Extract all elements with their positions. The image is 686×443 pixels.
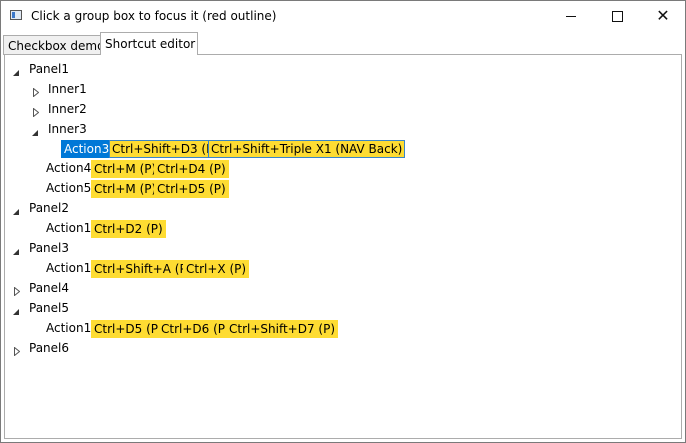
shortcut-chip[interactable]: Ctrl+M (P) <box>91 180 160 198</box>
action-label: Action5 <box>46 181 92 195</box>
shortcut-chip[interactable]: Ctrl+M (P) <box>91 160 160 178</box>
tree-node-label: Panel5 <box>29 301 70 315</box>
shortcut-editor-panel: Panel1 Inner1 Inner2 Inner3 Action3 Ctrl… <box>4 54 682 439</box>
tab-label: Checkbox demo <box>8 38 105 53</box>
tab-shortcut-editor[interactable]: Shortcut editor <box>100 32 198 55</box>
tree-node-label: Panel4 <box>29 281 70 295</box>
action-label: Action4 <box>46 161 92 175</box>
action-label: Action1 <box>46 321 92 335</box>
minimize-button[interactable] <box>548 1 594 31</box>
tree-node-label: Panel3 <box>29 241 70 255</box>
shortcut-chip[interactable]: Ctrl+D5 (P) <box>91 320 166 338</box>
shortcut-chip[interactable]: Ctrl+D4 (P) <box>154 160 229 178</box>
tree-node-label: Inner2 <box>48 102 87 116</box>
tree-node-label: Panel6 <box>29 341 70 355</box>
tree-node-label: Inner3 <box>48 122 87 136</box>
window-title: Click a group box to focus it (red outli… <box>31 9 277 23</box>
tab-checkbox-demo[interactable]: Checkbox demo <box>3 35 105 55</box>
shortcut-tree[interactable]: Panel1 Inner1 Inner2 Inner3 Action3 Ctrl… <box>5 55 681 438</box>
shortcut-chip[interactable]: Ctrl+Shift+A (P) <box>91 260 195 278</box>
shortcut-chip[interactable]: Ctrl+X (P) <box>183 260 250 278</box>
shortcut-chip[interactable]: Ctrl+Shift+D3 (P) <box>109 140 222 158</box>
close-icon: ✕ <box>656 6 670 25</box>
tree-node-label: Panel1 <box>29 62 70 76</box>
shortcut-chip[interactable]: Ctrl+D2 (P) <box>91 220 166 238</box>
shortcut-chip[interactable]: Ctrl+D5 (P) <box>154 180 229 198</box>
title-bar[interactable]: Click a group box to focus it (red outli… <box>1 1 685 32</box>
tree-node-label: Panel2 <box>29 201 70 215</box>
shortcut-chip[interactable]: Ctrl+D6 (P) <box>158 320 233 338</box>
close-button[interactable]: ✕ <box>640 1 686 31</box>
action-label[interactable]: Action3 <box>61 140 113 158</box>
shortcut-chip[interactable]: Ctrl+Shift+Triple X1 (NAV Back) <box>208 140 406 158</box>
minimize-icon <box>566 15 576 17</box>
app-window: Click a group box to focus it (red outli… <box>0 0 686 443</box>
tree-node-label: Inner1 <box>48 82 87 96</box>
action-label: Action1 <box>46 221 92 235</box>
action-label: Action1 <box>46 261 92 275</box>
tab-label: Shortcut editor <box>105 37 196 51</box>
maximize-icon <box>611 10 623 22</box>
app-window-icon <box>10 10 22 20</box>
tab-strip: Checkbox demo Shortcut editor <box>3 32 685 55</box>
maximize-button[interactable] <box>594 1 640 31</box>
shortcut-chip[interactable]: Ctrl+Shift+D7 (P) <box>226 320 339 338</box>
